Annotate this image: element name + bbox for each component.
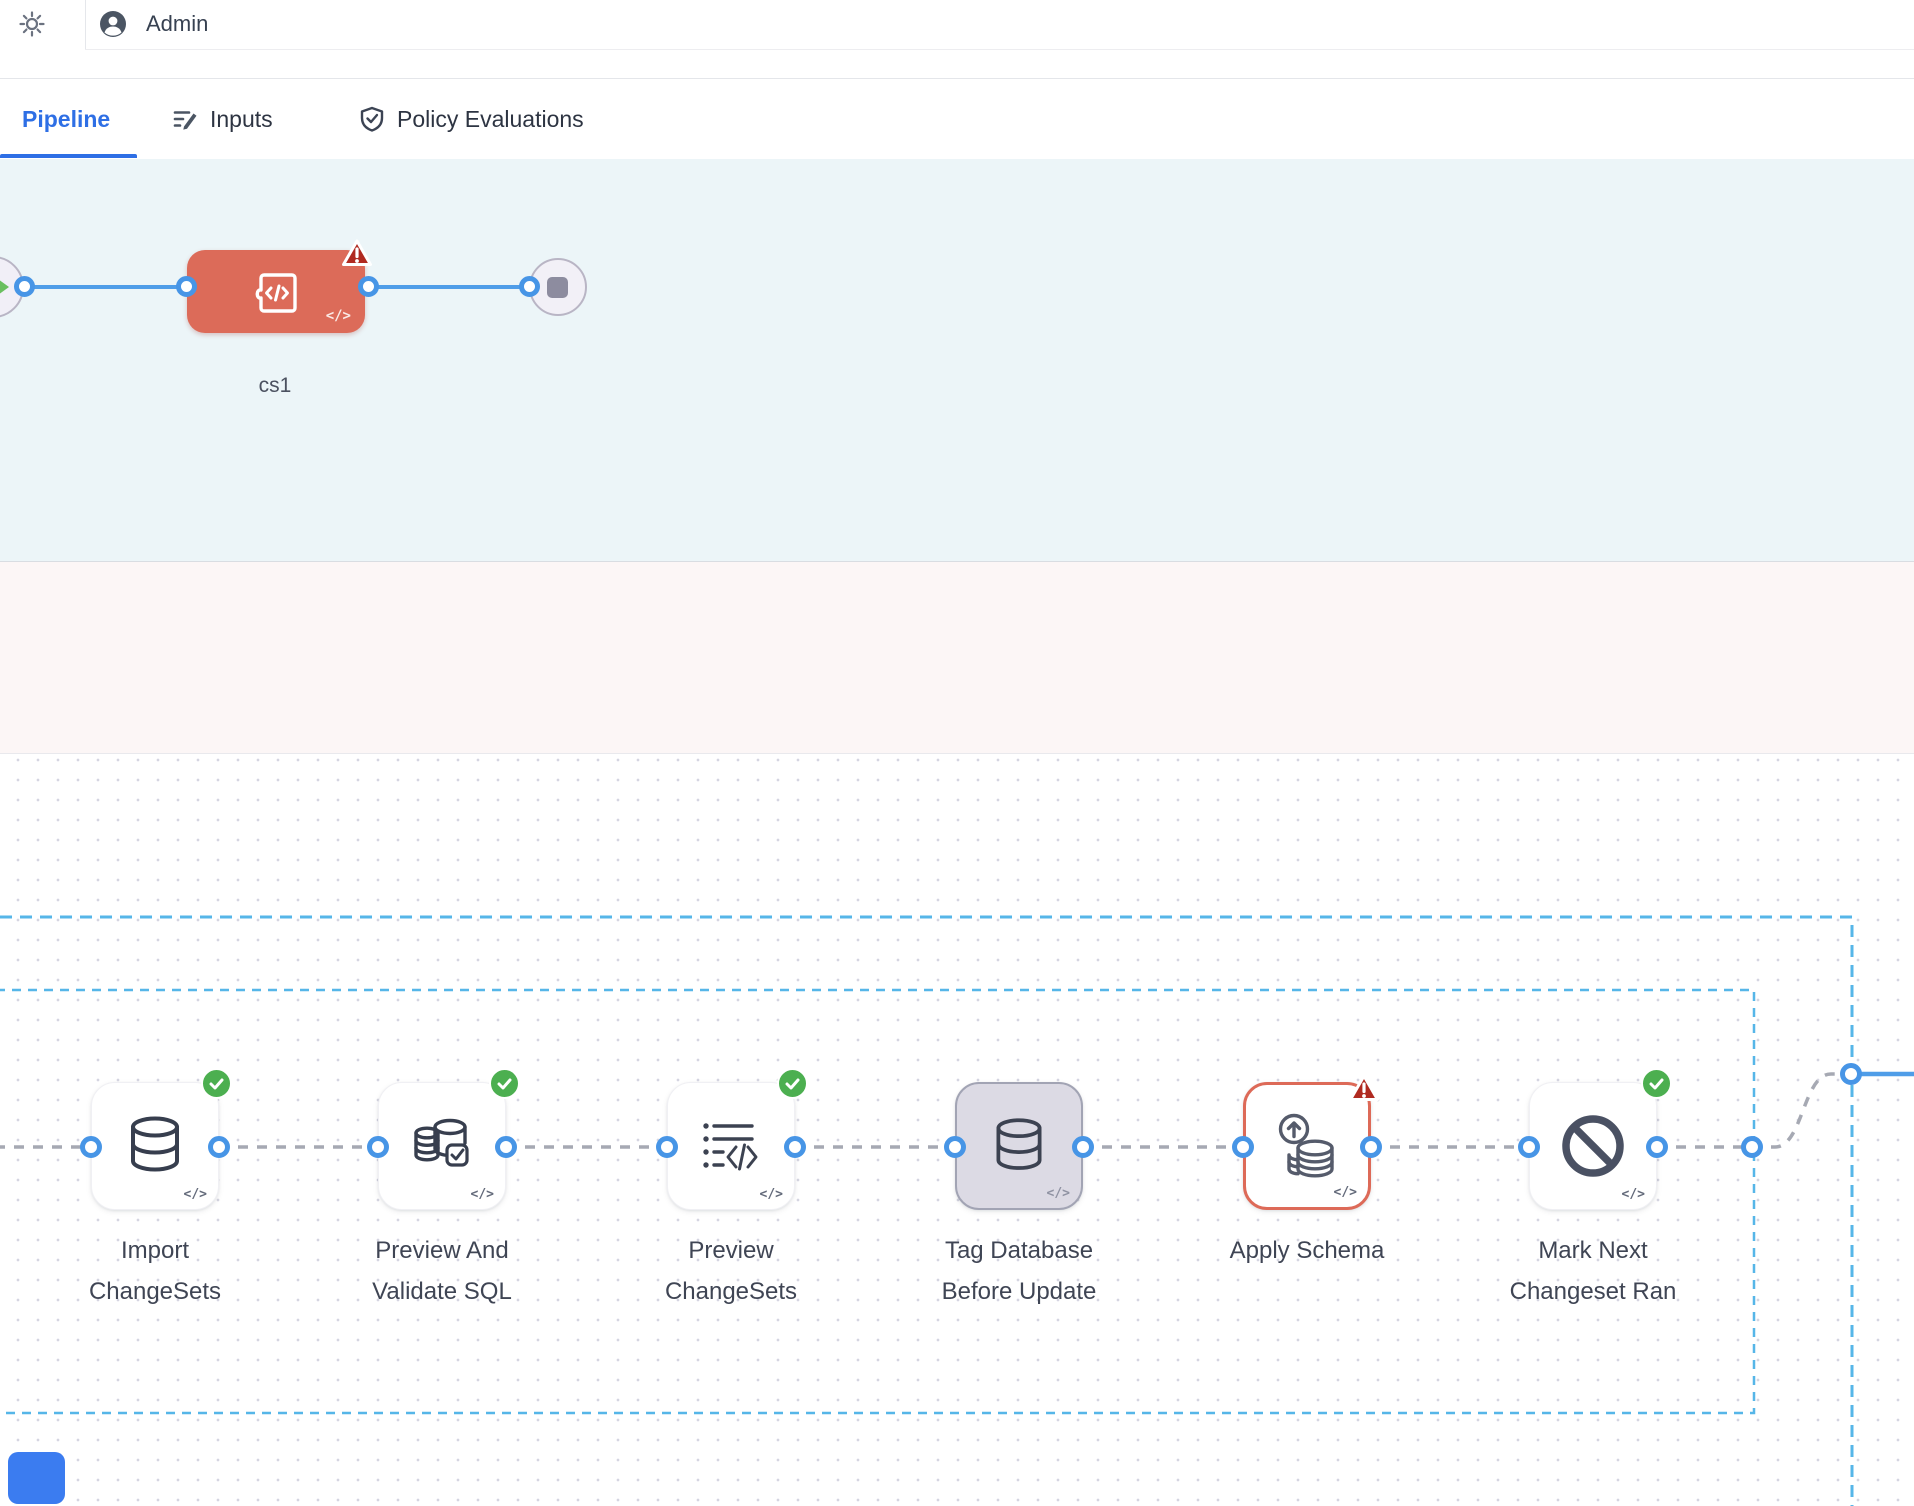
handle[interactable] <box>1741 1136 1763 1158</box>
database-upload-icon <box>1275 1113 1339 1179</box>
step-label: Preview And Validate SQL <box>292 1230 592 1312</box>
handle[interactable] <box>1518 1136 1540 1158</box>
step-node-import-changesets[interactable]: </> <box>91 1082 219 1210</box>
code-glyph: </> <box>1047 1186 1070 1201</box>
code-glyph: </> <box>1622 1187 1645 1202</box>
step-node-tag-database[interactable]: </> <box>955 1082 1083 1210</box>
database-check-icon <box>410 1116 474 1176</box>
step-node-preview-changesets[interactable]: </> <box>667 1082 795 1210</box>
handle[interactable] <box>1232 1136 1254 1158</box>
code-glyph: </> <box>1334 1185 1357 1200</box>
pipeline-editor-page: Admin Pipeline Inputs Policy Evalu <box>0 0 1914 1506</box>
success-badge <box>777 1068 808 1099</box>
handle[interactable] <box>784 1136 806 1158</box>
ban-icon <box>1560 1113 1626 1179</box>
handle[interactable] <box>656 1136 678 1158</box>
handle[interactable] <box>495 1136 517 1158</box>
step-label: Import ChangeSets <box>5 1230 305 1312</box>
step-node-preview-validate-sql[interactable]: </> <box>378 1082 506 1210</box>
handle[interactable] <box>80 1136 102 1158</box>
code-glyph: </> <box>471 1187 494 1202</box>
viewport-indicator[interactable] <box>8 1452 65 1504</box>
error-badge <box>341 238 373 268</box>
database-icon <box>123 1113 187 1179</box>
handle[interactable] <box>1840 1063 1862 1085</box>
handle[interactable] <box>1646 1136 1668 1158</box>
step-node-mark-next-changeset-ran[interactable]: </> <box>1529 1082 1657 1210</box>
handle[interactable] <box>1072 1136 1094 1158</box>
step-label: Mark Next Changeset Ran <box>1443 1230 1743 1312</box>
success-badge <box>489 1068 520 1099</box>
success-badge <box>1641 1068 1672 1099</box>
code-glyph: </> <box>184 1187 207 1202</box>
handle[interactable] <box>208 1136 230 1158</box>
database-icon <box>989 1115 1049 1177</box>
step-label: Tag Database Before Update <box>869 1230 1169 1312</box>
success-badge <box>201 1068 232 1099</box>
step-label: Apply Schema <box>1157 1230 1457 1271</box>
code-glyph: </> <box>760 1187 783 1202</box>
error-badge <box>1348 1073 1380 1103</box>
step-label: Preview ChangeSets <box>581 1230 881 1312</box>
handle[interactable] <box>367 1136 389 1158</box>
list-code-icon <box>700 1118 762 1174</box>
handle[interactable] <box>944 1136 966 1158</box>
handle[interactable] <box>1360 1136 1382 1158</box>
